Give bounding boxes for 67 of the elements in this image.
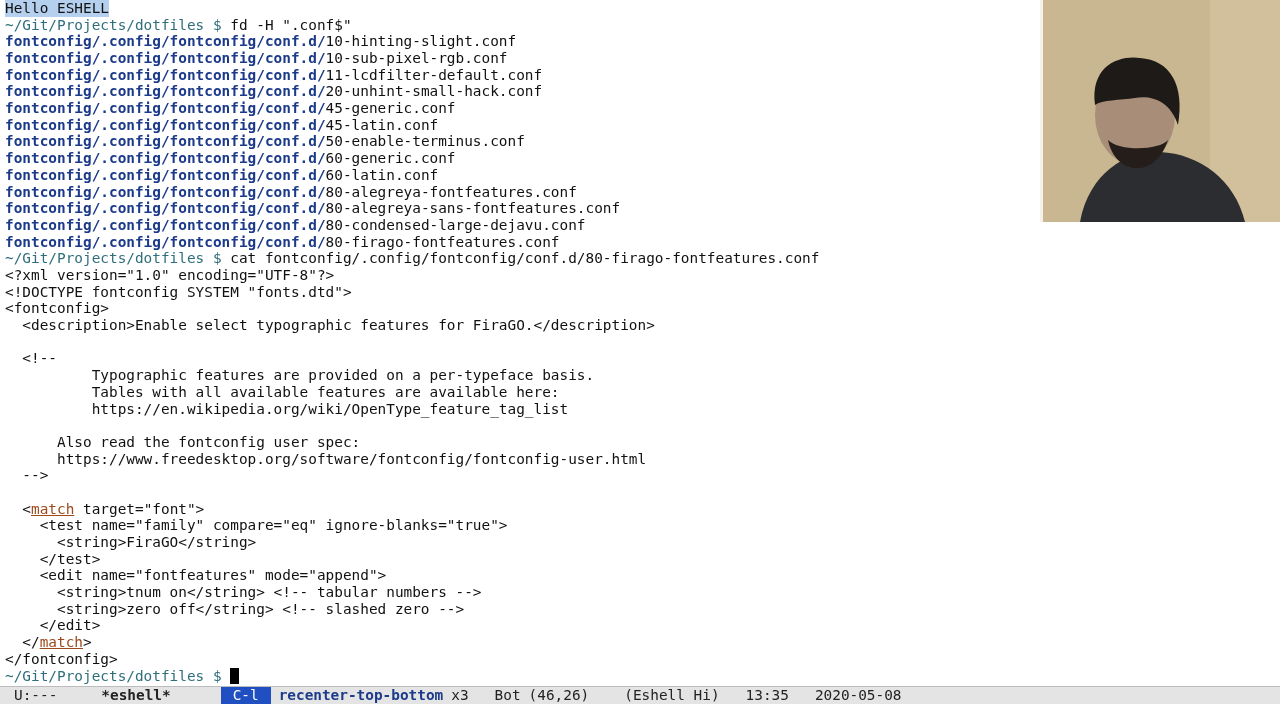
output-text: <!DOCTYPE fontconfig SYSTEM "fonts.dtd"> [5, 283, 352, 301]
output-text: fd -H ".conf$" [230, 16, 352, 34]
output-text: Also read the fontconfig user spec: [55, 433, 361, 451]
buffer-name: *eshell* [101, 687, 171, 704]
directory-path: fontconfig/.config/fontconfig/conf.d/ [5, 166, 326, 184]
output-text: </ [21, 634, 40, 651]
mode-line-text: 13:35 [745, 687, 789, 704]
directory-path: fontconfig/.config/fontconfig/conf.d/ [5, 133, 326, 151]
directory-path: fontconfig/.config/fontconfig/conf.d/ [5, 183, 326, 201]
prompt: ~/Git/Projects/dotfiles $ [5, 250, 222, 267]
output-text: 10-hinting-slight.conf [325, 33, 517, 51]
xml-tag-name: match [31, 500, 75, 518]
mode-line-text: x3 [451, 687, 469, 704]
mode-line-text: Bot [494, 687, 521, 704]
directory-path: fontconfig/.config/fontconfig/conf.d/ [5, 83, 326, 101]
output-text: --> [21, 467, 49, 484]
mode-line-text: (Eshell Hi) [624, 687, 720, 704]
output-text: <fontconfig> [5, 300, 109, 318]
directory-path: fontconfig/.config/fontconfig/conf.d/ [5, 50, 326, 67]
output-text: 11-lcdfilter-default.conf [325, 66, 543, 84]
output-text: 80-firago-fontfeatures.conf [325, 233, 560, 251]
output-text: 80-alegreya-fontfeatures.conf [325, 183, 577, 201]
directory-path: fontconfig/.config/fontconfig/conf.d/ [5, 116, 326, 134]
output-text: cat fontconfig/.config/fontconfig/conf.d/80-firago-fontfeatures.conf [230, 250, 820, 267]
directory-path: fontconfig/.config/fontconfig/conf.d/ [5, 200, 326, 217]
directory-path: fontconfig/.config/fontconfig/conf.d/ [5, 216, 326, 234]
directory-path: fontconfig/.config/fontconfig/conf.d/ [5, 100, 326, 117]
output-text: > [83, 634, 92, 651]
output-text: 20-unhint-small-hack.conf [325, 83, 543, 101]
key-binding: C-l [220, 687, 271, 704]
xml-tag-name: match [39, 634, 83, 651]
output-text: </fontconfig> [5, 650, 118, 668]
output-text: <!-- [21, 350, 57, 368]
mode-line-text: (46,26) [528, 687, 590, 704]
output-text: <description>Enable select typographic features for FiraGO.</description> [21, 317, 655, 334]
output-text: 80-condensed-large-dejavu.conf [325, 216, 586, 234]
command-name: recenter-top-bottom [278, 687, 444, 704]
output-text: <edit name="fontfeatures" mode="append"> [38, 567, 387, 585]
mode-line-text: U:--- [14, 687, 58, 704]
output-text: <?xml version="1.0" encoding="UTF-8"?> [5, 267, 335, 284]
output-text: 60-latin.conf [325, 166, 439, 184]
output-text: Typographic features are provided on a per-typeface basis. [90, 367, 595, 384]
output-text: 45-latin.conf [325, 116, 439, 134]
prompt: ~/Git/Projects/dotfiles $ [5, 667, 222, 685]
directory-path: fontconfig/.config/fontconfig/conf.d/ [5, 233, 326, 251]
output-text: 80-alegreya-sans-fontfeatures.conf [325, 200, 621, 217]
directory-path: fontconfig/.config/fontconfig/conf.d/ [5, 150, 326, 167]
output-text: <string>zero off</string> <!-- slashed zero --> [55, 600, 465, 618]
output-text: 45-generic.conf [325, 100, 456, 117]
directory-path: fontconfig/.config/fontconfig/conf.d/ [5, 33, 326, 51]
output-text: </test> [38, 550, 101, 568]
output-text: Tables with all available features are available here: [90, 383, 560, 401]
prompt: ~/Git/Projects/dotfiles $ [5, 16, 222, 34]
output-text: </edit> [38, 617, 101, 635]
output-text: <string>tnum on</string> <!-- tabular numbers --> [55, 584, 482, 601]
output-text: https://en.wikipedia.org/wiki/OpenType_feature_tag_list [90, 400, 569, 418]
output-text: https://www.freedesktop.org/software/fontconfig/fontconfig-user.html [55, 450, 647, 468]
output-text: < [21, 500, 31, 518]
output-text: 60-generic.conf [325, 150, 456, 167]
directory-path: fontconfig/.config/fontconfig/conf.d/ [5, 66, 326, 84]
output-text: 10-sub-pixel-rgb.conf [325, 50, 508, 67]
selected-text: Hello ESHELL [5, 0, 109, 17]
output-text: <test name="family" compare="eq" ignore-blanks="true"> [38, 517, 508, 535]
mode-line-text: 2020-05-08 [814, 687, 902, 704]
output-text: 50-enable-terminus.conf [325, 133, 525, 151]
output-text: target="font"> [82, 500, 205, 518]
output-text: <string>FiraGO</string> [55, 534, 257, 551]
